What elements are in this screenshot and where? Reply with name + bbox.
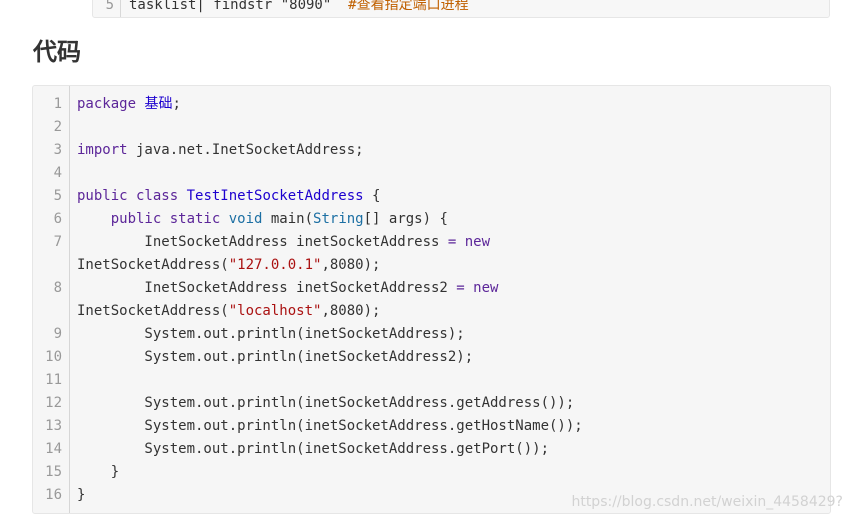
code-token: java.net.InetSocketAddress;: [127, 142, 364, 158]
code-token: 基础: [144, 96, 173, 112]
code-line: public static void main(String[] args) {: [77, 208, 448, 231]
code-token: String: [313, 211, 364, 227]
line-number: 11: [45, 372, 62, 388]
code-token: InetSocketAddress inetSocketAddress: [77, 234, 448, 250]
code-line: InetSocketAddress("127.0.0.1",8080);: [77, 254, 380, 277]
line-number: 9: [53, 326, 62, 342]
line-number: 5: [53, 188, 62, 204]
line-number: 10: [45, 349, 62, 365]
code-token: System.out.println(inetSocketAddress.get…: [77, 418, 583, 434]
code-token: TestInetSocketAddress: [186, 188, 364, 204]
code-token: import: [77, 142, 128, 158]
line-number: 3: [53, 142, 62, 158]
code-line: import java.net.InetSocketAddress;: [77, 139, 364, 162]
code-token: InetSocketAddress inetSocketAddress2: [77, 280, 457, 296]
code-token: }: [77, 487, 86, 503]
code-token: main(: [262, 211, 314, 227]
code-token: void: [228, 211, 263, 227]
code-line: public class TestInetSocketAddress {: [77, 185, 380, 208]
previous-code-block: 5 tasklist| findstr "8090" #查看指定端口进程: [92, 0, 830, 18]
code-token: package: [77, 96, 137, 112]
line-number-gutter: 1 2 3 4 5 6 7 8 9 10 11 12 13 14 15 16: [33, 86, 70, 513]
code-token: ,8080);: [321, 303, 381, 319]
section-title: 代码: [33, 38, 81, 66]
code-token: = new: [447, 234, 491, 250]
code-token: System.out.println(inetSocketAddress2);: [77, 349, 474, 365]
code-line: InetSocketAddress inetSocketAddress = ne…: [77, 231, 490, 254]
code-token: "127.0.0.1": [228, 257, 322, 273]
code-block: 1 2 3 4 5 6 7 8 9 10 11 12 13 14 15 16 package 基础; impor…: [32, 85, 831, 514]
code-token: InetSocketAddress(: [77, 257, 229, 273]
code-token: {: [363, 188, 381, 204]
previous-code-line: tasklist| findstr "8090" #查看指定端口进程: [129, 0, 469, 13]
code-token: public class: [77, 188, 179, 204]
line-number: 6: [53, 211, 62, 227]
code-token: ,8080);: [321, 257, 381, 273]
code-comment: #查看指定端口进程: [348, 0, 469, 13]
line-number: 16: [45, 487, 62, 503]
code-token: }: [77, 464, 120, 480]
code-token: public static: [110, 211, 221, 227]
code-line: InetSocketAddress("localhost",8080);: [77, 300, 380, 323]
line-number: 15: [45, 464, 62, 480]
code-line: }: [77, 484, 85, 507]
line-number: 8: [53, 280, 62, 296]
line-number: 2: [53, 119, 62, 135]
code-line: System.out.println(inetSocketAddress.get…: [77, 415, 583, 438]
code-line: System.out.println(inetSocketAddress2);: [77, 346, 473, 369]
line-number: 12: [45, 395, 62, 411]
watermark: https://blog.csdn.net/weixin_4458429?: [571, 494, 843, 510]
code-token: [] args) {: [363, 211, 448, 227]
code-token: ;: [172, 96, 181, 112]
previous-line-gutter: 5: [93, 0, 121, 17]
code-line: InetSocketAddress inetSocketAddress2 = n…: [77, 277, 498, 300]
line-number: 7: [53, 234, 62, 250]
code-line: System.out.println(inetSocketAddress.get…: [77, 438, 549, 461]
line-number: 5: [105, 0, 114, 13]
code-token: System.out.println(inetSocketAddress.get…: [77, 395, 575, 411]
line-number: 1: [53, 96, 62, 112]
line-number: 13: [45, 418, 62, 434]
code-line: package 基础;: [77, 93, 181, 116]
code-token: System.out.println(inetSocketAddress);: [77, 326, 465, 342]
code-text: tasklist| findstr "8090": [129, 0, 332, 13]
code-token: InetSocketAddress(: [77, 303, 229, 319]
code-token: System.out.println(inetSocketAddress.get…: [77, 441, 550, 457]
line-number: 14: [45, 441, 62, 457]
code-line: }: [77, 461, 119, 484]
line-number: 4: [53, 165, 62, 181]
code-line: System.out.println(inetSocketAddress);: [77, 323, 465, 346]
code-token: "localhost": [228, 303, 322, 319]
code-line: System.out.println(inetSocketAddress.get…: [77, 392, 574, 415]
code-token: = new: [456, 280, 499, 296]
